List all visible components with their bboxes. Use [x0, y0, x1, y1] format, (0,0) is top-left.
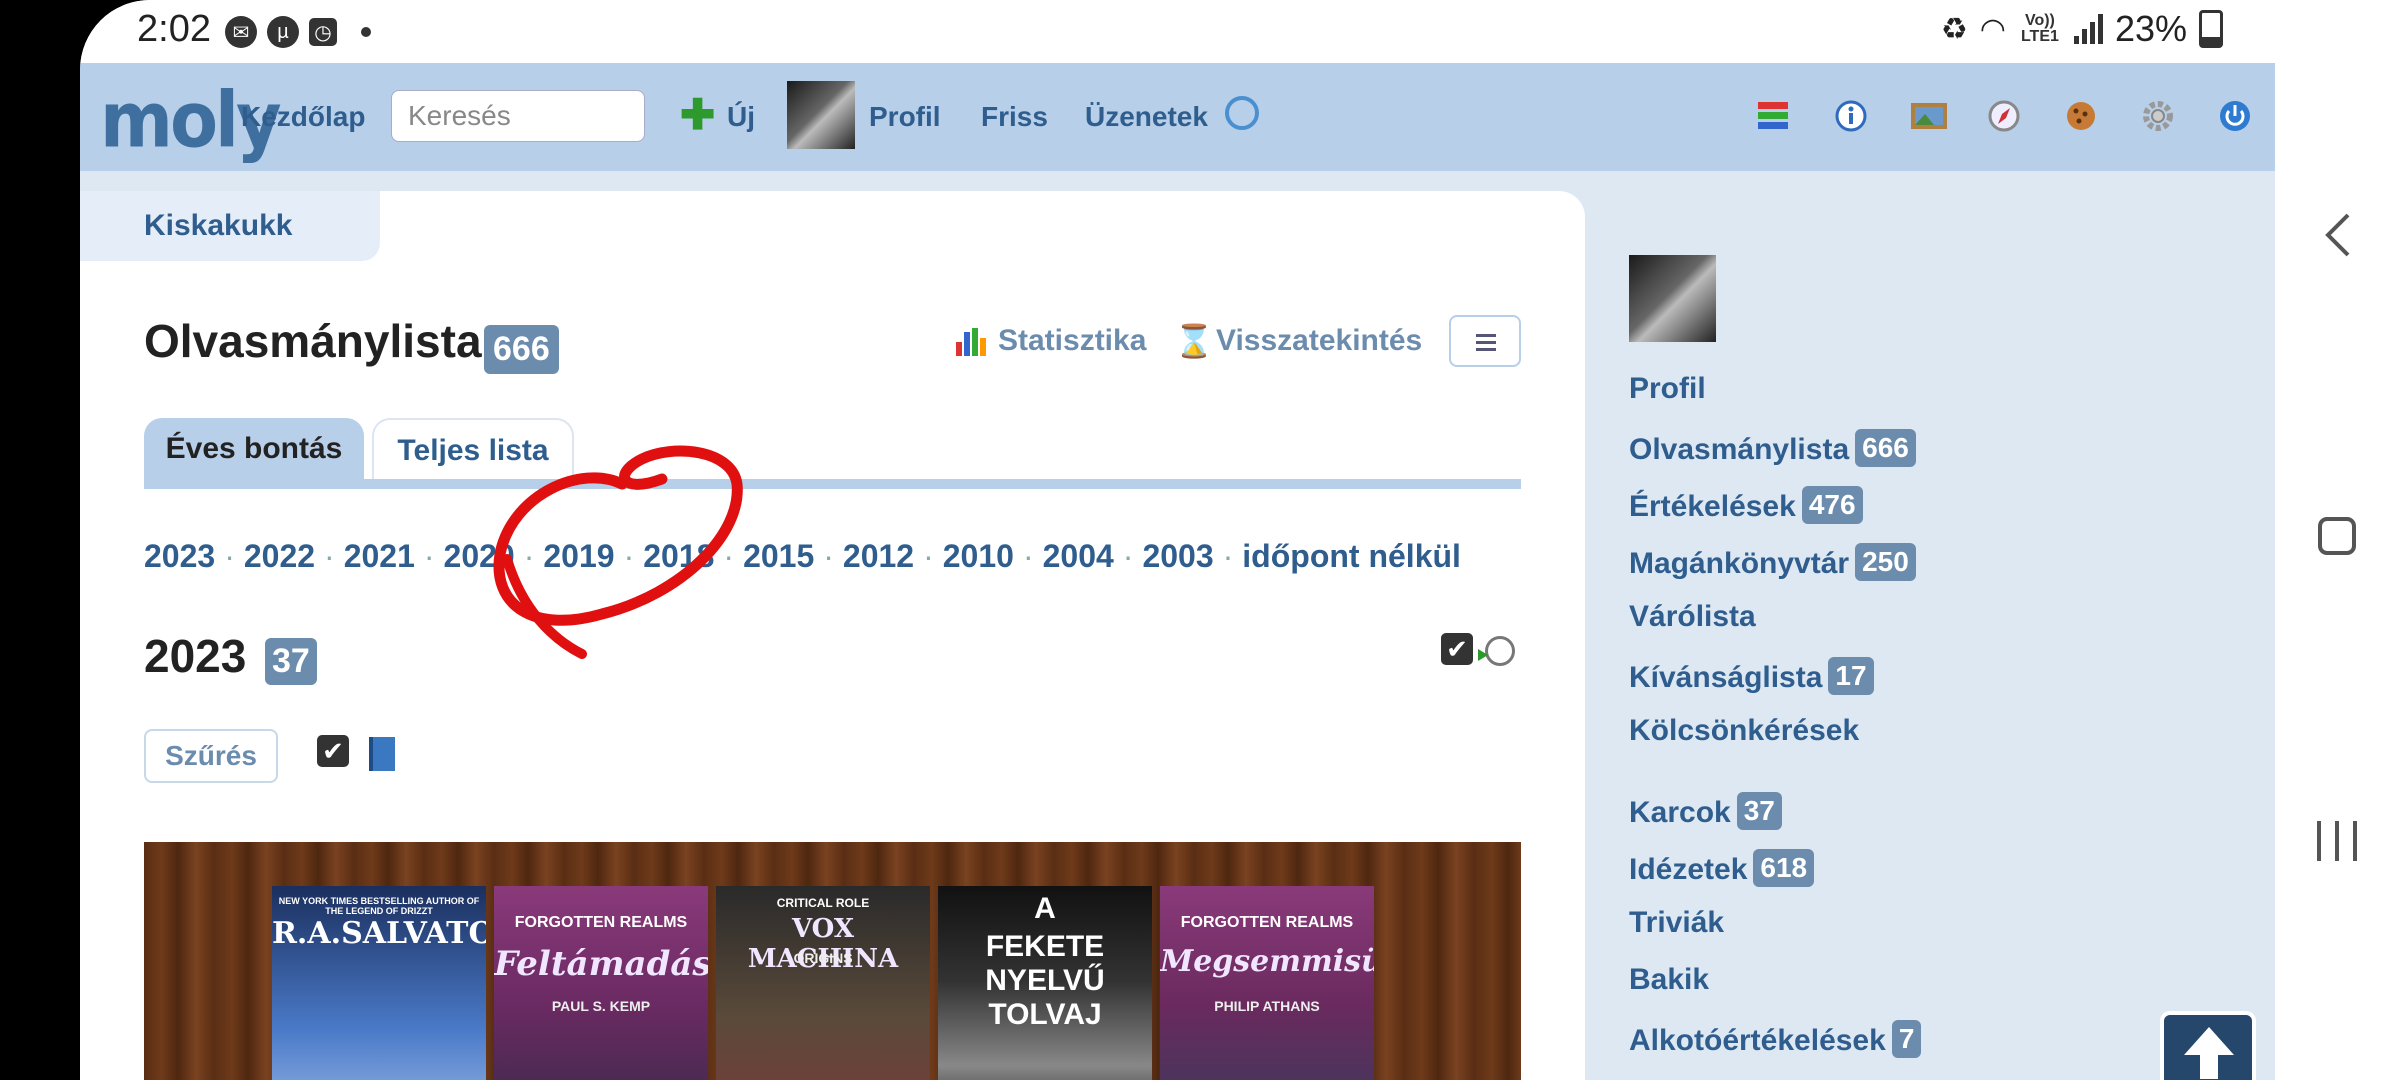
plus-icon[interactable]: ✚	[680, 94, 715, 136]
history-icon[interactable]	[1478, 636, 1515, 666]
info-icon[interactable]	[1834, 99, 1868, 133]
sidebar-item-author-reviews[interactable]: Alkotóértékelések 7	[1629, 1020, 1922, 1058]
reading-list-count-badge: 666	[484, 325, 559, 374]
battery-icon	[2199, 10, 2223, 48]
nav-home[interactable]: Kezdőlap	[241, 101, 365, 133]
clock-app-icon: ◷	[309, 18, 337, 46]
count-badge: 250	[1855, 543, 1916, 581]
count-badge: 17	[1828, 657, 1874, 695]
hourglass-icon[interactable]: ⌛	[1174, 322, 1214, 360]
sidebar-avatar[interactable]	[1629, 255, 1716, 342]
status-time: 2:02	[137, 8, 211, 50]
statistics-link[interactable]: Statisztika	[998, 324, 1146, 358]
sidebar-item-waitlist[interactable]: Várólista	[1629, 600, 1756, 634]
power-icon[interactable]	[2218, 99, 2252, 133]
sidebar-item-wishlist[interactable]: Kívánságlista 17	[1629, 657, 1874, 695]
sidebar-item-quotes[interactable]: Idézetek 618	[1629, 849, 1815, 887]
count-badge: 666	[1855, 429, 1916, 467]
sidebar-item-posts[interactable]: Karcok 37	[1629, 792, 1782, 830]
network-label: Vo)) LTE1	[2020, 12, 2059, 45]
nav-profile[interactable]: Profil	[869, 101, 941, 133]
breadcrumb-label[interactable]: Kiskakukk	[144, 209, 292, 243]
checkbox-icon[interactable]: ✔	[1441, 633, 1473, 665]
system-navigation-bar	[2275, 0, 2400, 1080]
year-links: 2023 · 2022 · 2021 · 2020 · 2019 · 2018 · 2015 · 2012 ·…	[144, 538, 1461, 574]
sidebar-item-loans[interactable]: Kölcsönkérések	[1629, 714, 1859, 748]
arrow-up-icon	[2184, 1027, 2234, 1079]
nav-messages[interactable]: Üzenetek	[1085, 101, 1208, 133]
count-badge: 7	[1891, 1020, 1922, 1058]
sidebar-item-reviews[interactable]: Értékelések 476	[1629, 486, 1863, 524]
year-link[interactable]: 2022	[244, 538, 315, 574]
breadcrumb[interactable]: Kiskakukk	[80, 191, 380, 261]
nav-fresh[interactable]: Friss	[981, 101, 1048, 133]
home-icon[interactable]	[2318, 517, 2356, 555]
sidebar-item-reading-list[interactable]: Olvasmánylista 666	[1629, 429, 1916, 467]
year-link[interactable]: 2012	[843, 538, 914, 574]
sidebar-item-private-library[interactable]: Magánkönyvtár 250	[1629, 543, 1916, 581]
sidebar-item-trivia[interactable]: Triviák	[1629, 906, 1724, 940]
notification-icons: ✉ µ ◷	[225, 16, 371, 48]
red-annotation-circle	[493, 445, 743, 659]
section-year-title: 2023	[144, 630, 247, 682]
book-cover[interactable]: FORGOTTEN REALMS Megsemmisülés PHILIP AT…	[1160, 886, 1374, 1080]
cookie-icon[interactable]	[2064, 99, 2098, 133]
year-link[interactable]: 2004	[1043, 538, 1114, 574]
more-notifications-icon	[361, 27, 371, 37]
list-icon[interactable]	[1756, 99, 1790, 133]
sidebar: Profil Olvasmánylista 666 Értékelések 476 …	[1585, 211, 2275, 1080]
count-badge: 37	[1736, 792, 1782, 830]
gear-icon[interactable]	[2141, 99, 2175, 133]
year-link[interactable]: 2021	[344, 538, 415, 574]
section-count-badge: 37	[265, 638, 317, 685]
status-right: ♻ ◠ Vo)) LTE1 23%	[1941, 8, 2223, 50]
tab-underline	[144, 479, 1521, 489]
book-cover[interactable]: A FEKETE NYELVŰ TOLVAJ	[938, 886, 1152, 1080]
recycle-battery-icon: ♻	[1940, 12, 1968, 46]
status-bar: 2:02 ✉ µ ◷ ♻ ◠ Vo)) LTE1 23%	[80, 0, 2275, 63]
filter-button[interactable]: Szűrés	[144, 729, 278, 783]
checkbox-icon[interactable]: ✔	[317, 735, 349, 767]
image-icon[interactable]	[1910, 99, 1948, 133]
app-screen: 2:02 ✉ µ ◷ ♻ ◠ Vo)) LTE1 23% moly Kezdől…	[80, 0, 2275, 1080]
messenger-icon: ✉	[225, 16, 257, 48]
sidebar-item-profile[interactable]: Profil	[1629, 372, 1706, 406]
retrospective-link[interactable]: Visszatekintés	[1216, 324, 1422, 358]
nav-new[interactable]: Új	[727, 101, 755, 133]
book-icon[interactable]	[369, 737, 395, 771]
tab-yearly[interactable]: Éves bontás	[144, 418, 364, 481]
user-avatar[interactable]	[787, 81, 855, 149]
battery-percent: 23%	[2114, 8, 2187, 49]
utorrent-icon: µ	[267, 16, 299, 48]
bookshelf: NEW YORK TIMES BESTSELLING AUTHOR OF THE…	[144, 842, 1521, 1080]
search-input[interactable]: Keresés	[391, 90, 645, 142]
book-cover[interactable]: CRITICAL ROLE VOX MACHINA ORIGINS	[716, 886, 930, 1080]
year-link[interactable]: 2023	[144, 538, 215, 574]
sidebar-item-errata[interactable]: Bakik	[1629, 963, 1709, 997]
bar-chart-icon[interactable]	[954, 324, 988, 363]
book-cover[interactable]: FORGOTTEN REALMS Feltámadás PAUL S. KEMP	[494, 886, 708, 1080]
page-title: Olvasmánylista	[144, 315, 482, 367]
year-link[interactable]: 2003	[1142, 538, 1213, 574]
back-icon[interactable]	[2322, 212, 2352, 258]
main-content: Kiskakukk Olvasmánylista 666 Statisztika…	[80, 191, 1585, 1080]
refresh-icon[interactable]	[1225, 96, 1259, 130]
year-link[interactable]: időpont nélkül	[1242, 538, 1461, 574]
wifi-icon: ◠	[1979, 12, 2006, 46]
count-badge: 618	[1753, 849, 1815, 887]
top-navigation: moly Kezdőlap Keresés ✚ Új Profil Friss …	[80, 63, 2275, 171]
recent-apps-icon[interactable]	[2317, 821, 2357, 861]
compass-icon[interactable]	[1987, 99, 2021, 133]
count-badge: 476	[1801, 486, 1863, 524]
signal-icon	[2073, 14, 2103, 44]
book-cover[interactable]: NEW YORK TIMES BESTSELLING AUTHOR OF THE…	[272, 886, 486, 1080]
menu-button[interactable]	[1449, 315, 1521, 367]
scroll-to-top-button[interactable]	[2160, 1011, 2256, 1080]
year-link[interactable]: 2010	[943, 538, 1014, 574]
